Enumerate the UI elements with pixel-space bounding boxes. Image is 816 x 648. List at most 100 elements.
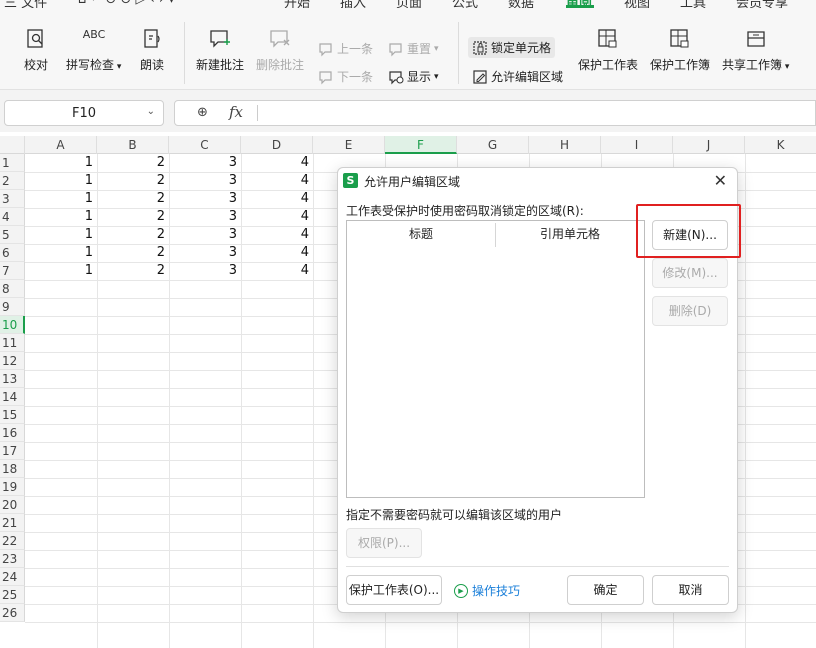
proofread-button[interactable]: 校对 [24, 28, 48, 73]
allow-edit-range-button[interactable]: 允许编辑区域 [472, 68, 563, 85]
read-aloud-button[interactable]: 朗读 [140, 28, 164, 73]
row-header-20[interactable]: 20 [0, 496, 25, 514]
column-header-c[interactable]: C [169, 136, 241, 154]
protect-sheet-dialog-button[interactable]: 保护工作表(O)... [346, 575, 442, 605]
row-header-14[interactable]: 14 [0, 388, 25, 406]
row-header-21[interactable]: 21 [0, 514, 25, 532]
column-header-h[interactable]: H [529, 136, 601, 154]
row-header-13[interactable]: 13 [0, 370, 25, 388]
cell-d3[interactable]: 4 [241, 190, 313, 208]
column-header-j[interactable]: J [673, 136, 745, 154]
cell-d5[interactable]: 4 [241, 226, 313, 244]
row-header-10[interactable]: 10 [0, 316, 25, 334]
share-workbook-button[interactable]: 共享工作簿 ▾ [722, 28, 789, 73]
cell-d7[interactable]: 4 [241, 262, 313, 280]
cell-b1[interactable]: 2 [97, 154, 169, 172]
cell-c2[interactable]: 3 [169, 172, 241, 190]
cell-d1[interactable]: 4 [241, 154, 313, 172]
modify-range-button[interactable]: 修改(M)... [652, 258, 728, 288]
reset-button[interactable]: 重置 ▾ [388, 40, 439, 57]
prev-comment-button[interactable]: 上一条 [318, 40, 373, 57]
cell-b5[interactable]: 2 [97, 226, 169, 244]
column-header-i[interactable]: I [601, 136, 673, 154]
cell-c4[interactable]: 3 [169, 208, 241, 226]
permissions-button[interactable]: 权限(P)... [346, 528, 422, 558]
tab-insert[interactable]: 插入 [340, 0, 366, 8]
select-all-corner[interactable] [0, 136, 25, 154]
column-header-f[interactable]: F [385, 136, 457, 154]
column-header-b[interactable]: B [97, 136, 169, 154]
column-header-g[interactable]: G [457, 136, 529, 154]
row-header-2[interactable]: 2 [0, 172, 25, 190]
new-comment-button[interactable]: 新建批注 [196, 28, 244, 73]
show-comments-button[interactable]: 显示 ▾ [388, 68, 439, 85]
row-header-8[interactable]: 8 [0, 280, 25, 298]
cell-b2[interactable]: 2 [97, 172, 169, 190]
row-header-18[interactable]: 18 [0, 460, 25, 478]
cell-a1[interactable]: 1 [25, 154, 97, 172]
row-header-12[interactable]: 12 [0, 352, 25, 370]
cell-b6[interactable]: 2 [97, 244, 169, 262]
cell-c6[interactable]: 3 [169, 244, 241, 262]
cancel-button[interactable]: 取消 [652, 575, 729, 605]
cell-b3[interactable]: 2 [97, 190, 169, 208]
row-header-22[interactable]: 22 [0, 532, 25, 550]
protect-workbook-button[interactable]: 保护工作簿 [650, 28, 710, 73]
next-comment-button[interactable]: 下一条 [318, 68, 373, 85]
tips-link[interactable]: ▶ 操作技巧 [454, 582, 520, 599]
lock-cell-button[interactable]: 锁定单元格 [468, 37, 556, 58]
tab-view[interactable]: 视图 [624, 0, 650, 8]
column-header-a[interactable]: A [25, 136, 97, 154]
delete-comment-button[interactable]: 删除批注 [256, 28, 304, 73]
tab-member[interactable]: 会员专享 [736, 0, 788, 8]
cell-d2[interactable]: 4 [241, 172, 313, 190]
tab-page[interactable]: 页面 [396, 0, 422, 8]
column-header-e[interactable]: E [313, 136, 385, 154]
fx-icon[interactable]: fx [229, 103, 243, 121]
row-header-3[interactable]: 3 [0, 190, 25, 208]
tab-data[interactable]: 数据 [508, 0, 534, 8]
row-header-4[interactable]: 4 [0, 208, 25, 226]
tab-home[interactable]: 开始 [284, 0, 310, 8]
formula-input[interactable]: ⊕ fx [174, 100, 816, 126]
zoom-icon[interactable]: ⊕ [197, 105, 208, 120]
cell-b7[interactable]: 2 [97, 262, 169, 280]
cell-a3[interactable]: 1 [25, 190, 97, 208]
cell-a4[interactable]: 1 [25, 208, 97, 226]
close-icon[interactable]: ✕ [714, 171, 727, 190]
cell-c1[interactable]: 3 [169, 154, 241, 172]
protect-sheet-button[interactable]: 保护工作表 [578, 28, 638, 73]
row-header-6[interactable]: 6 [0, 244, 25, 262]
row-header-11[interactable]: 11 [0, 334, 25, 352]
tab-formula[interactable]: 公式 [452, 0, 478, 8]
row-header-1[interactable]: 1 [0, 154, 25, 172]
row-header-9[interactable]: 9 [0, 298, 25, 316]
cell-c7[interactable]: 3 [169, 262, 241, 280]
ok-button[interactable]: 确定 [567, 575, 644, 605]
row-header-19[interactable]: 19 [0, 478, 25, 496]
row-header-15[interactable]: 15 [0, 406, 25, 424]
cell-a6[interactable]: 1 [25, 244, 97, 262]
cell-c5[interactable]: 3 [169, 226, 241, 244]
column-header-d[interactable]: D [241, 136, 313, 154]
cell-c3[interactable]: 3 [169, 190, 241, 208]
cell-a2[interactable]: 1 [25, 172, 97, 190]
row-header-5[interactable]: 5 [0, 226, 25, 244]
cell-a7[interactable]: 1 [25, 262, 97, 280]
row-header-16[interactable]: 16 [0, 424, 25, 442]
row-header-25[interactable]: 25 [0, 586, 25, 604]
name-box[interactable]: F10 ⌄ [4, 100, 164, 126]
column-header-k[interactable]: K [745, 136, 816, 154]
row-header-17[interactable]: 17 [0, 442, 25, 460]
row-header-26[interactable]: 26 [0, 604, 25, 622]
cell-d4[interactable]: 4 [241, 208, 313, 226]
row-header-7[interactable]: 7 [0, 262, 25, 280]
row-header-24[interactable]: 24 [0, 568, 25, 586]
ranges-list[interactable]: 标题 引用单元格 [346, 220, 645, 498]
chevron-down-icon[interactable]: ⌄ [147, 106, 155, 117]
tab-tools[interactable]: 工具 [680, 0, 706, 8]
cell-d6[interactable]: 4 [241, 244, 313, 262]
cell-a5[interactable]: 1 [25, 226, 97, 244]
delete-range-button[interactable]: 删除(D) [652, 296, 728, 326]
cell-b4[interactable]: 2 [97, 208, 169, 226]
